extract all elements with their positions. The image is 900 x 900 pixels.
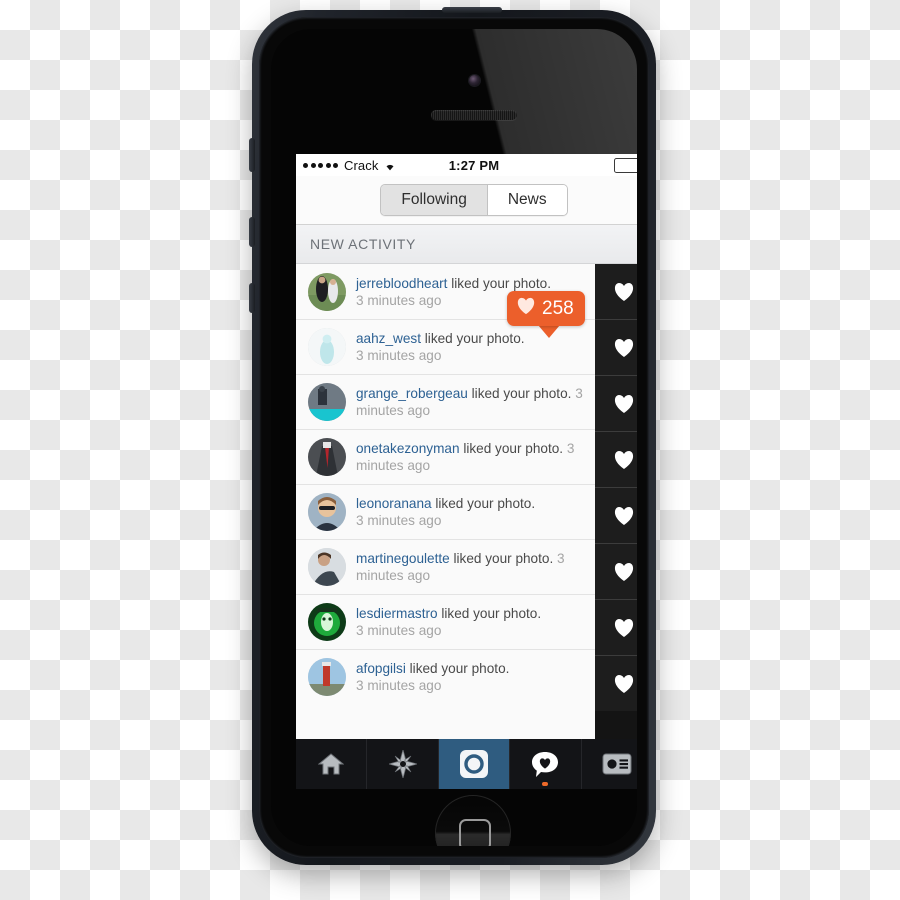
tab-explore[interactable] — [367, 739, 439, 789]
avatar[interactable] — [308, 383, 346, 421]
action-text: liked your photo. — [453, 551, 554, 566]
username-link[interactable]: onetakezonyman — [356, 441, 460, 456]
avatar[interactable] — [308, 658, 346, 696]
action-text: liked your photo. — [451, 275, 551, 291]
phone-glass: Crack 1:27 PM Following News NEW ACTIVIT… — [271, 29, 637, 846]
like-heart-button[interactable] — [595, 543, 637, 599]
earpiece-speaker — [431, 110, 517, 120]
list-item[interactable]: afopgilsi liked your photo. 3 minutes ag… — [296, 649, 595, 704]
tab-profile[interactable] — [582, 739, 637, 789]
compass-star-icon — [388, 750, 417, 778]
segment-news[interactable]: News — [486, 185, 567, 215]
username-link[interactable]: leonoranana — [356, 496, 432, 511]
signal-strength-icon — [303, 162, 338, 168]
activity-area: jerrebloodheart liked your photo. 3 minu… — [296, 264, 637, 741]
avatar[interactable] — [308, 493, 346, 531]
like-heart-button[interactable] — [595, 487, 637, 543]
heart-bubble-icon — [530, 751, 560, 778]
volume-up-button[interactable] — [249, 217, 255, 247]
section-header: NEW ACTIVITY — [296, 225, 637, 264]
like-heart-button[interactable] — [595, 599, 637, 655]
action-text: liked your photo. — [463, 441, 564, 456]
list-item-text: onetakezonyman liked your photo. 3 minut… — [356, 440, 585, 474]
timestamp: 3 minutes ago — [356, 348, 442, 363]
list-item-text: leonoranana liked your photo. 3 minutes … — [356, 495, 535, 529]
like-badge-tail — [538, 325, 560, 338]
front-camera-icon — [469, 75, 480, 86]
power-button[interactable] — [442, 7, 502, 13]
like-heart-button[interactable] — [595, 319, 637, 375]
camera-icon — [459, 749, 489, 779]
timestamp: 3 minutes ago — [356, 623, 442, 638]
top-nav-bar: Following News — [296, 176, 637, 225]
segmented-control[interactable]: Following News — [380, 184, 568, 216]
timestamp: 3 minutes ago — [356, 678, 442, 693]
timestamp: 3 minutes ago — [356, 292, 442, 308]
home-square-icon — [459, 819, 491, 846]
like-heart-button[interactable] — [595, 431, 637, 487]
action-text: liked your photo. — [435, 496, 536, 511]
list-item-text: grange_robergeau liked your photo. 3 min… — [356, 385, 585, 419]
list-item[interactable]: onetakezonyman liked your photo. 3 minut… — [296, 429, 595, 484]
timestamp: 3 minutes ago — [356, 513, 442, 528]
like-heart-button[interactable] — [595, 655, 637, 711]
list-item-text: aahz_west liked your photo. 3 minutes ag… — [356, 330, 525, 364]
like-badge-count: 258 — [542, 298, 574, 319]
tab-activity[interactable] — [510, 739, 582, 789]
avatar[interactable] — [308, 328, 346, 366]
segment-following[interactable]: Following — [381, 185, 487, 215]
tab-bar — [296, 739, 637, 789]
status-bar: Crack 1:27 PM — [296, 154, 637, 176]
mute-switch[interactable] — [249, 138, 255, 172]
avatar[interactable] — [308, 603, 346, 641]
username-link[interactable]: jerrebloodheart — [356, 276, 447, 291]
username-link[interactable]: martinegoulette — [356, 551, 450, 566]
volume-down-button[interactable] — [249, 283, 255, 313]
list-item[interactable]: lesdiermastro liked your photo. 3 minute… — [296, 594, 595, 649]
avatar[interactable] — [308, 548, 346, 586]
username-link[interactable]: aahz_west — [356, 331, 421, 346]
action-text: liked your photo. — [441, 606, 542, 621]
tab-home[interactable] — [296, 739, 368, 789]
battery-full-icon — [614, 157, 637, 173]
list-item[interactable]: grange_robergeau liked your photo. 3 min… — [296, 374, 595, 429]
phone-device: Crack 1:27 PM Following News NEW ACTIVIT… — [249, 7, 656, 865]
heart-icon — [516, 297, 536, 320]
home-icon — [318, 752, 345, 776]
action-text: liked your photo. — [409, 661, 510, 676]
username-link[interactable]: grange_robergeau — [356, 386, 468, 401]
id-card-icon — [602, 753, 632, 775]
tab-camera[interactable] — [438, 739, 511, 789]
like-badge[interactable]: 258 — [507, 291, 585, 326]
list-item-text: afopgilsi liked your photo. 3 minutes ag… — [356, 660, 509, 694]
wifi-icon — [383, 160, 397, 171]
username-link[interactable]: afopgilsi — [356, 661, 406, 676]
avatar[interactable] — [308, 272, 346, 311]
phone-screen: Crack 1:27 PM Following News NEW ACTIVIT… — [296, 154, 637, 789]
home-button[interactable] — [435, 795, 511, 846]
heart-column — [595, 264, 637, 741]
list-item-text: martinegoulette liked your photo. 3 minu… — [356, 550, 585, 584]
action-text: liked your photo. — [424, 331, 525, 346]
list-item[interactable]: leonoranana liked your photo. 3 minutes … — [296, 484, 595, 539]
username-link[interactable]: lesdiermastro — [356, 606, 438, 621]
like-heart-button[interactable] — [595, 264, 637, 319]
list-item-text: lesdiermastro liked your photo. 3 minute… — [356, 605, 541, 639]
carrier-label: Crack — [344, 157, 379, 173]
avatar[interactable] — [308, 438, 346, 476]
phone-bezel: Crack 1:27 PM Following News NEW ACTIVIT… — [259, 17, 649, 858]
like-heart-button[interactable] — [595, 375, 637, 431]
list-item[interactable]: martinegoulette liked your photo. 3 minu… — [296, 539, 595, 594]
activity-notification-dot — [542, 782, 549, 786]
action-text: liked your photo. — [471, 386, 572, 401]
